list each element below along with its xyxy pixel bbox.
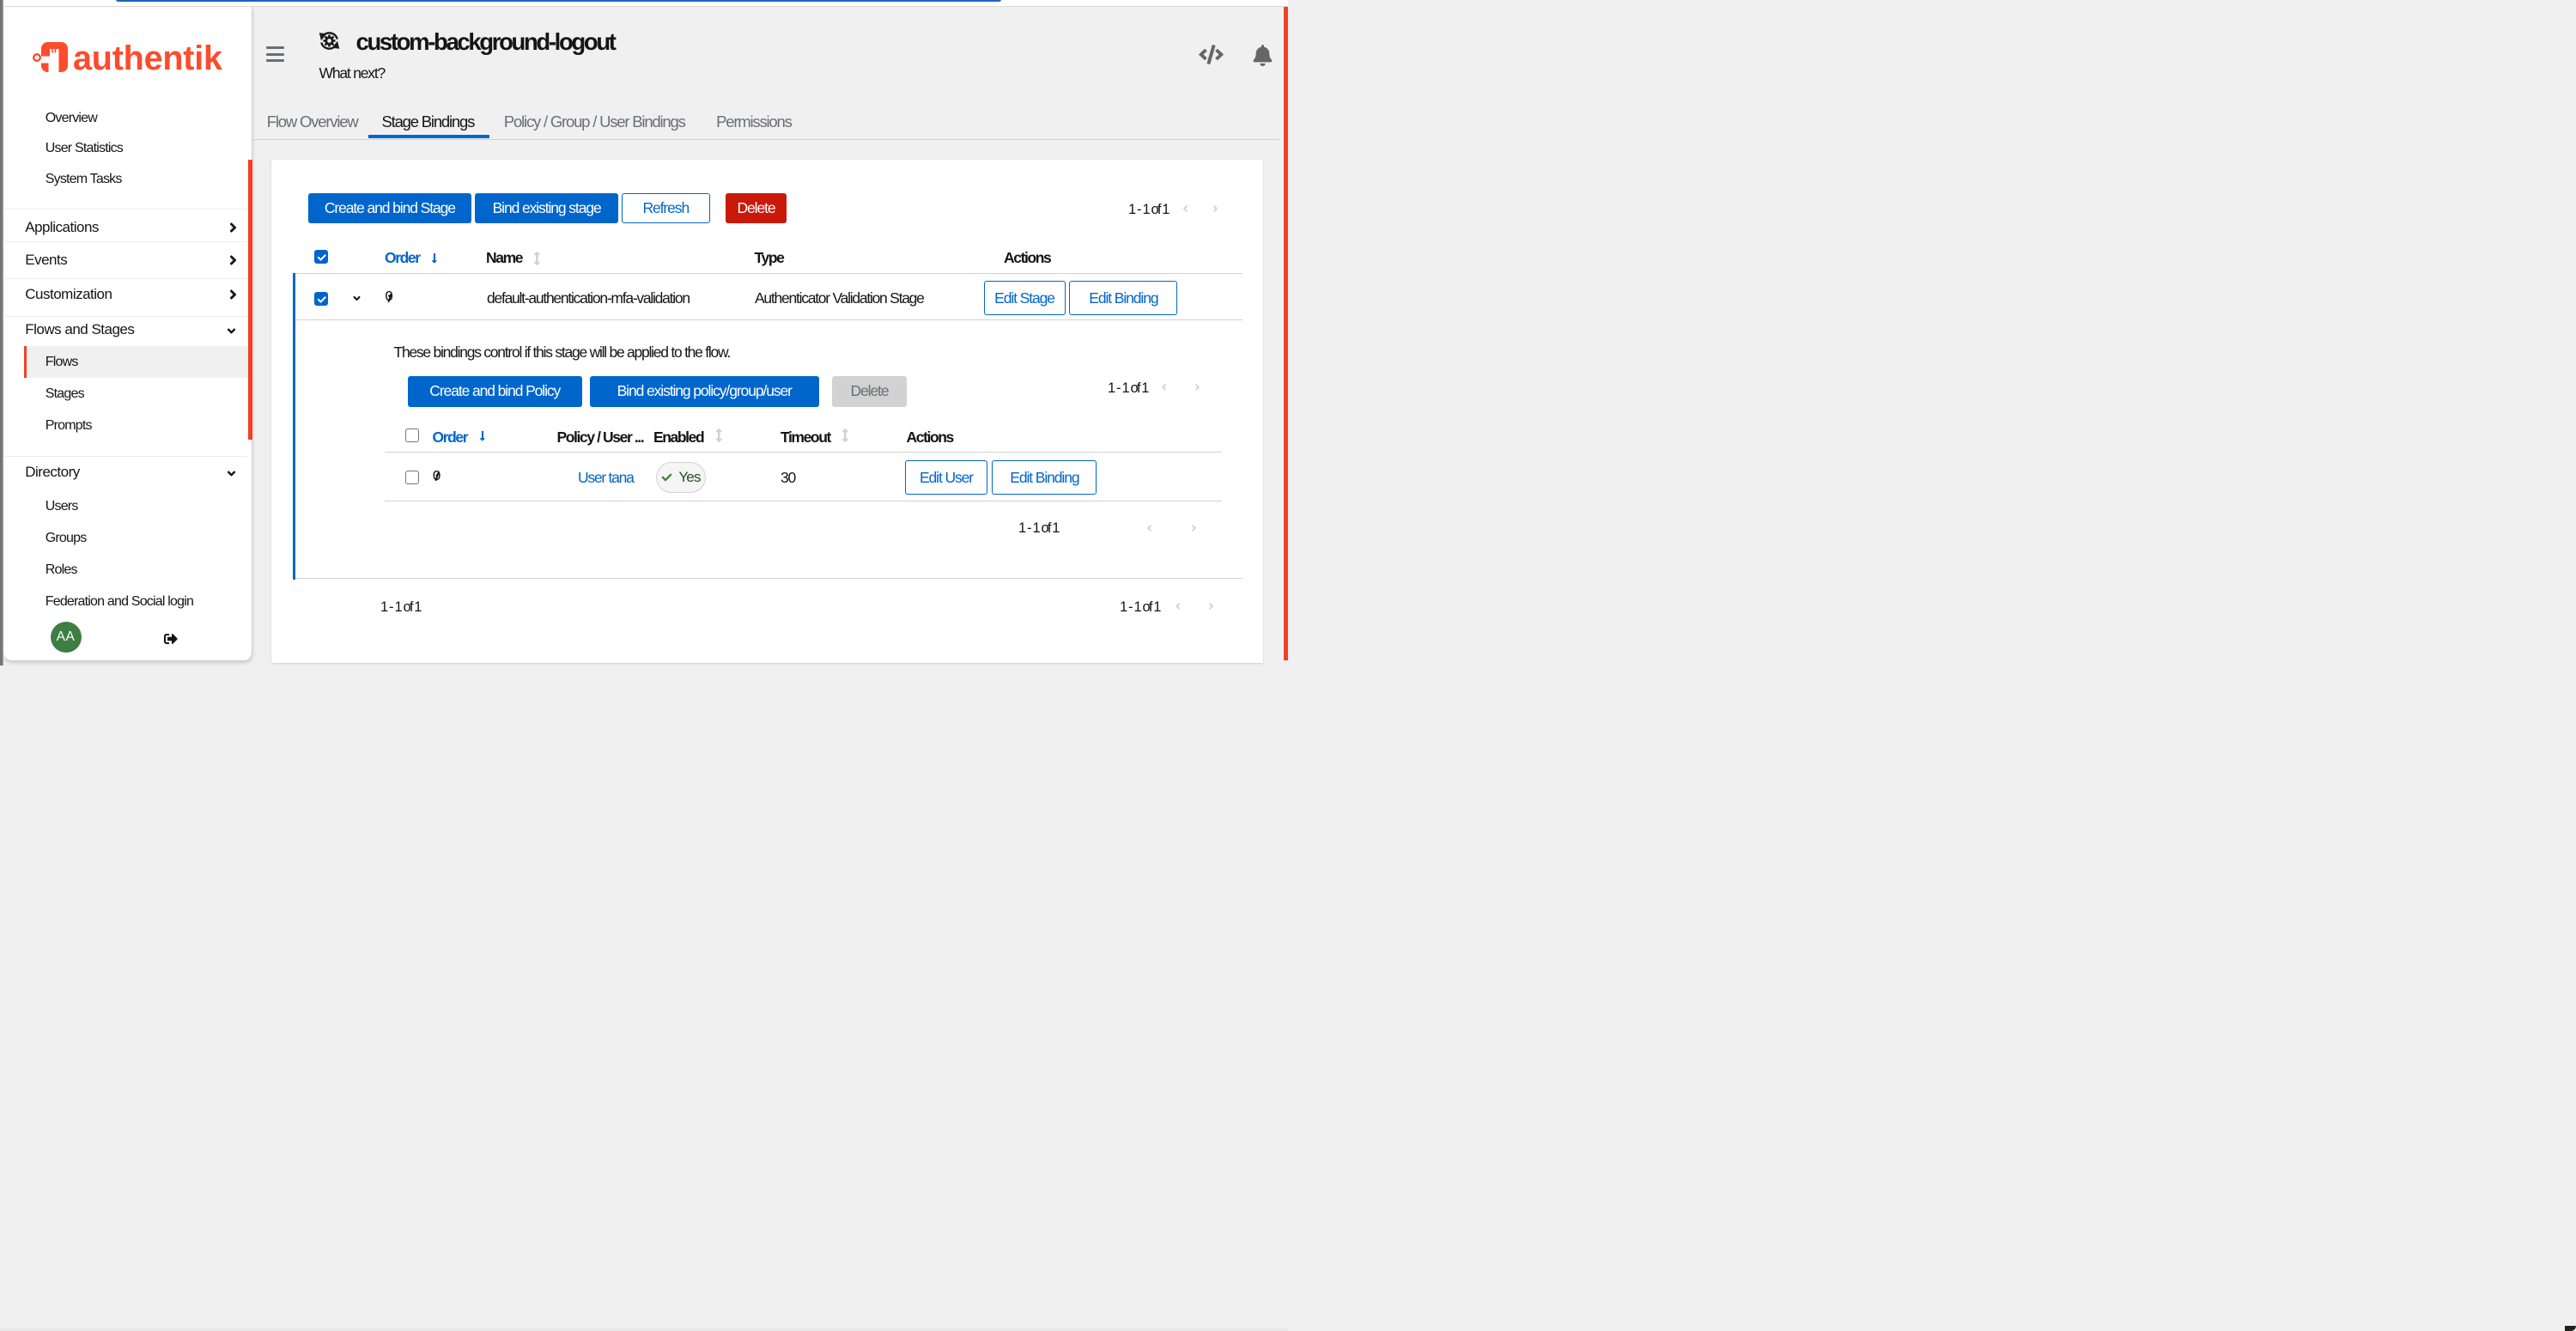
svg-text:authentik: authentik bbox=[73, 40, 222, 77]
